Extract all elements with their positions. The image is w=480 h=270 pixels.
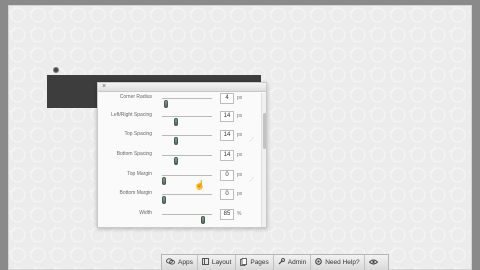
slider-knob[interactable] <box>173 118 178 126</box>
setting-label: Bottom Spacing <box>116 151 152 157</box>
unit-label: % <box>237 211 242 217</box>
close-icon[interactable]: × <box>102 83 106 91</box>
hand-cursor-icon: ☝ <box>194 180 206 190</box>
toolbar-help-button[interactable]: Need Help? <box>311 255 365 270</box>
setting-label: Left/Right Spacing <box>111 112 152 118</box>
slider-track[interactable] <box>162 135 212 145</box>
chat-bubbles-icon <box>166 258 175 267</box>
toolbar-layout-button[interactable]: Layout <box>198 255 237 270</box>
slider-track[interactable] <box>162 175 212 185</box>
panel-scrollbar[interactable] <box>261 93 266 227</box>
unit-label: px <box>237 191 243 197</box>
setting-label: Width <box>139 210 152 216</box>
block-settings-panel: × Corner Radius 4 px Left/Right Spacing … <box>97 82 267 228</box>
slider-knob[interactable] <box>173 137 178 145</box>
setting-label: Top Spacing <box>124 131 152 137</box>
slider-track[interactable] <box>162 214 212 224</box>
setting-row-bottom-spacing: Bottom Spacing 14 px <box>98 149 258 165</box>
toolbar-pages-button[interactable]: Pages <box>236 255 274 270</box>
slider-knob[interactable] <box>162 177 166 185</box>
wrench-icon <box>278 258 285 267</box>
setting-label: Corner Radius <box>119 94 152 100</box>
setting-row-top-spacing: Top Spacing 14 px <box>98 129 258 145</box>
bottom-toolbar: Apps Layout Pages Admin Need Help? <box>161 254 389 270</box>
slider-knob[interactable] <box>164 100 169 108</box>
unit-label: px <box>237 172 243 178</box>
setting-label: Top Margin <box>127 171 152 177</box>
block-drag-handle[interactable] <box>53 67 59 73</box>
setting-row-bottom-margin: Bottom Margin 0 px <box>98 188 258 204</box>
slider-track[interactable] <box>162 194 212 204</box>
unit-label: px <box>237 95 243 101</box>
toolbar-label: Layout <box>211 259 232 266</box>
eye-icon <box>368 259 378 267</box>
toolbar-admin-button[interactable]: Admin <box>274 255 312 270</box>
toolbar-apps-button[interactable]: Apps <box>162 255 198 270</box>
link-values-icon[interactable]: ⟋ <box>249 177 254 185</box>
unit-label: px <box>237 152 243 158</box>
app-frame: × Corner Radius 4 px Left/Right Spacing … <box>0 0 480 270</box>
setting-label: Bottom Margin <box>119 190 152 196</box>
link-values-icon[interactable]: ⟋ <box>249 137 254 145</box>
slider-knob[interactable] <box>201 216 206 224</box>
pages-icon <box>240 257 248 268</box>
slider-track[interactable] <box>162 155 212 165</box>
toolbar-label: Apps <box>178 259 193 266</box>
unit-label: px <box>237 132 243 138</box>
value-input[interactable]: 0 <box>220 189 234 200</box>
slider-knob[interactable] <box>162 196 166 204</box>
setting-row-width: Width 85 % <box>98 208 258 224</box>
panel-titlebar[interactable]: × <box>98 83 266 92</box>
scroll-thumb[interactable] <box>263 113 266 149</box>
toolbar-label: Need Help? <box>325 259 360 266</box>
toolbar-preview-button[interactable] <box>365 255 382 270</box>
setting-row-top-margin: Top Margin 0 px <box>98 169 258 185</box>
setting-row-corner-radius: Corner Radius 4 px <box>98 92 258 108</box>
slider-track[interactable] <box>162 98 212 108</box>
value-input[interactable]: 0 <box>220 170 234 181</box>
toolbar-label: Admin <box>287 259 307 266</box>
toolbar-label: Pages <box>250 259 269 266</box>
unit-label: px <box>237 113 243 119</box>
layout-icon <box>201 258 209 267</box>
setting-row-left-right-spacing: Left/Right Spacing 14 px <box>98 110 258 126</box>
value-input[interactable]: 14 <box>220 111 234 122</box>
slider-knob[interactable] <box>173 157 178 165</box>
slider-track[interactable] <box>162 116 212 126</box>
value-input[interactable]: 85 <box>220 209 234 220</box>
value-input[interactable]: 14 <box>220 150 234 161</box>
value-input[interactable]: 4 <box>220 93 234 104</box>
help-icon <box>315 258 323 267</box>
value-input[interactable]: 14 <box>220 130 234 141</box>
